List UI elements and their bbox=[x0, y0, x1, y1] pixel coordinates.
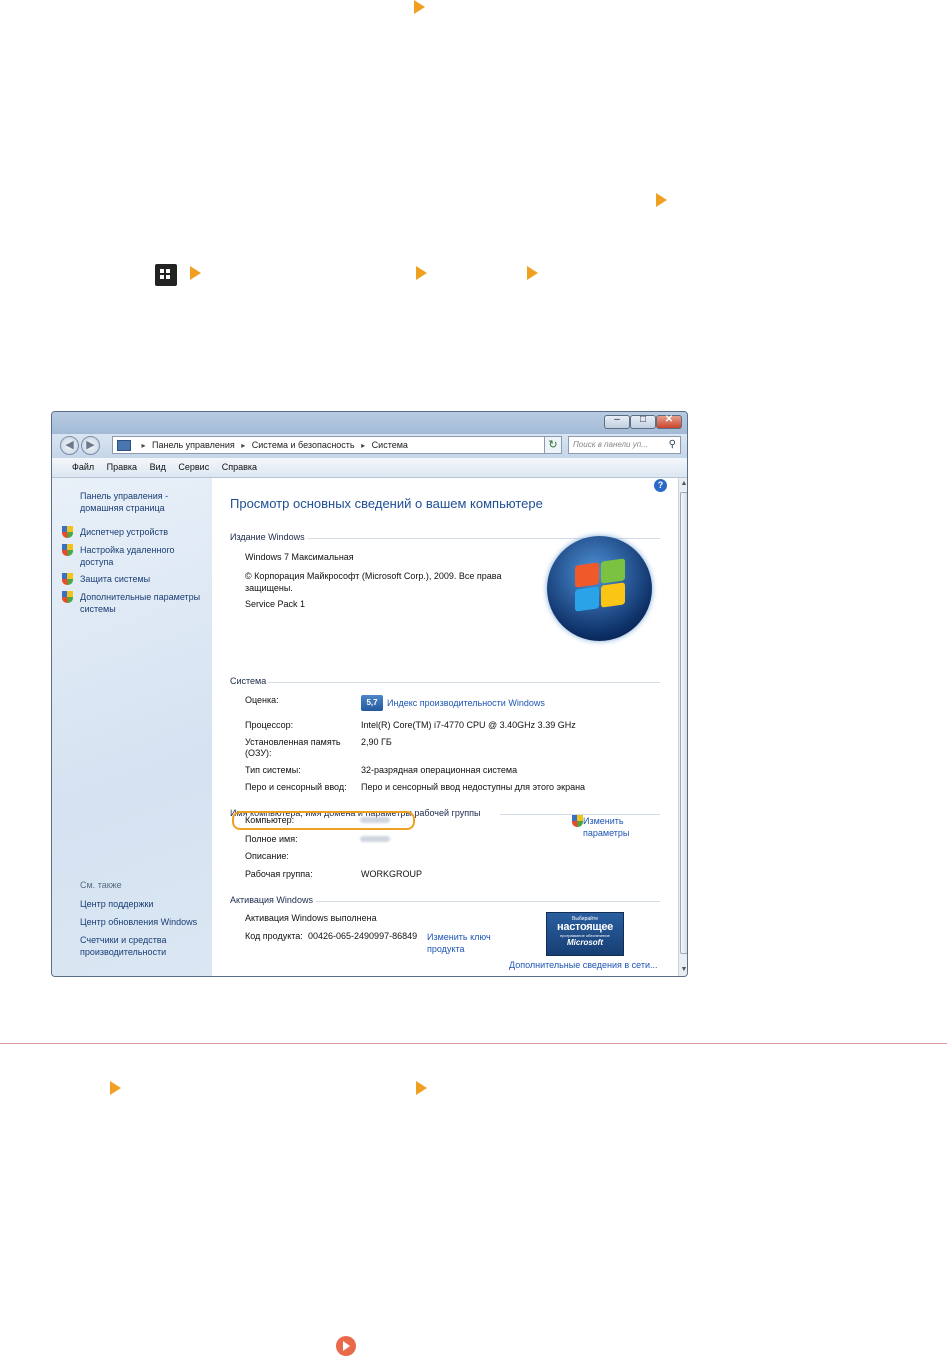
edition-copyright: © Корпорация Майкрософт (Microsoft Corp.… bbox=[245, 571, 502, 593]
system-type-label: Тип системы: bbox=[245, 765, 301, 775]
edition-header: Издание Windows bbox=[230, 532, 305, 542]
search-icon[interactable]: ⚲ bbox=[669, 437, 676, 453]
shield-icon bbox=[62, 591, 73, 603]
performance-index-link[interactable]: Индекс производительности Windows bbox=[387, 698, 545, 708]
vertical-scrollbar[interactable]: ▲ ▼ bbox=[678, 478, 687, 976]
shield-icon bbox=[572, 815, 583, 827]
breadcrumb-system[interactable]: Система bbox=[372, 440, 408, 450]
divider bbox=[316, 901, 660, 902]
step-arrow-icon bbox=[414, 0, 425, 14]
step-arrow-icon bbox=[527, 266, 538, 280]
sidebar: Панель управления - домашняя страница Ди… bbox=[52, 478, 212, 976]
description-label: Описание: bbox=[245, 851, 289, 861]
system-type-value: 32-разрядная операционная система bbox=[361, 765, 518, 775]
title-bar: – □ ✕ bbox=[52, 412, 687, 434]
menu-bar: Файл Правка Вид Сервис Справка bbox=[52, 458, 687, 478]
scrollbar-thumb[interactable] bbox=[680, 492, 687, 954]
step-arrow-icon bbox=[656, 193, 667, 207]
processor-value: Intel(R) Core(TM) i7-4770 CPU @ 3.40GHz … bbox=[361, 720, 576, 730]
computer-name-label: Компьютер: bbox=[245, 815, 295, 825]
change-settings-link[interactable]: Изменить параметры bbox=[583, 815, 643, 839]
section-divider bbox=[0, 1043, 947, 1044]
minimize-button[interactable]: – bbox=[604, 414, 630, 429]
processor-label: Процессор: bbox=[245, 720, 294, 730]
main-content: Просмотр основных сведений о вашем компь… bbox=[212, 478, 678, 976]
shield-icon bbox=[62, 544, 73, 556]
workgroup-value: WORKGROUP bbox=[361, 869, 423, 879]
control-panel-icon bbox=[117, 440, 131, 452]
rating-label: Оценка: bbox=[245, 695, 279, 705]
more-info-link[interactable]: Дополнительные сведения в сети... bbox=[509, 960, 658, 970]
sidebar-item-remote[interactable]: Настройка удаленного доступа bbox=[80, 544, 185, 568]
full-name-value bbox=[360, 836, 390, 842]
scroll-up-icon[interactable]: ▲ bbox=[679, 480, 687, 487]
ram-value: 2,90 ГБ bbox=[361, 737, 392, 747]
windows-logo-icon bbox=[547, 536, 652, 641]
refresh-icon[interactable]: ↻ bbox=[544, 436, 562, 454]
sidebar-item-home[interactable]: Панель управления - домашняя страница bbox=[80, 490, 180, 514]
menu-edit[interactable]: Правка bbox=[107, 458, 137, 477]
scroll-down-icon[interactable]: ▼ bbox=[679, 966, 687, 973]
pen-value: Перо и сенсорный ввод недоступны для это… bbox=[361, 782, 586, 792]
breadcrumb-control-panel[interactable]: Панель управления bbox=[152, 440, 235, 450]
shield-icon bbox=[62, 526, 73, 538]
ram-label: Установленная память (ОЗУ): bbox=[245, 737, 341, 758]
windows-key-icon bbox=[155, 264, 177, 286]
sidebar-item-advanced[interactable]: Дополнительные параметры системы bbox=[80, 591, 210, 615]
computer-name-value bbox=[360, 817, 390, 823]
divider bbox=[268, 682, 660, 683]
breadcrumb-system-security[interactable]: Система и безопасность bbox=[252, 440, 355, 450]
step-arrow-icon bbox=[416, 266, 427, 280]
help-icon[interactable]: ? bbox=[654, 479, 667, 492]
product-key-value: 00426-065-2490997-86849 bbox=[308, 931, 418, 941]
change-key-link[interactable]: Изменить ключ продукта bbox=[427, 931, 502, 955]
see-also-windows-update[interactable]: Центр обновления Windows bbox=[80, 916, 210, 928]
activation-header: Активация Windows bbox=[230, 895, 313, 905]
pen-label: Перо и сенсорный ввод: bbox=[245, 782, 347, 792]
shield-icon bbox=[62, 573, 73, 585]
edition-name: Windows 7 Максимальная bbox=[245, 552, 354, 562]
full-name-label: Полное имя: bbox=[245, 834, 298, 844]
menu-view[interactable]: Вид bbox=[150, 458, 166, 477]
genuine-microsoft-badge[interactable]: Выбирайте настоящее программное обеспече… bbox=[546, 912, 624, 956]
sidebar-item-device-manager[interactable]: Диспетчер устройств bbox=[80, 526, 210, 538]
address-bar[interactable]: ▸ Панель управления ▸ Система и безопасн… bbox=[112, 436, 562, 454]
sidebar-item-protection[interactable]: Защита системы bbox=[80, 573, 210, 585]
back-button[interactable]: ◀ bbox=[60, 436, 79, 455]
menu-help[interactable]: Справка bbox=[222, 458, 257, 477]
see-also-performance[interactable]: Счетчики и средства производительности bbox=[80, 934, 180, 958]
activation-status: Активация Windows выполнена bbox=[245, 913, 377, 923]
system-header: Система bbox=[230, 676, 267, 686]
step-arrow-icon bbox=[110, 1081, 121, 1095]
workgroup-label: Рабочая группа: bbox=[245, 869, 313, 879]
see-also-label: См. также bbox=[80, 880, 122, 890]
menu-tools[interactable]: Сервис bbox=[178, 458, 209, 477]
product-key-label: Код продукта: bbox=[245, 931, 303, 941]
menu-file[interactable]: Файл bbox=[72, 458, 94, 477]
forward-button[interactable]: ▶ bbox=[81, 436, 100, 455]
close-button[interactable]: ✕ bbox=[656, 414, 682, 429]
performance-score-badge: 5,7 bbox=[361, 695, 383, 711]
next-page-icon[interactable] bbox=[336, 1336, 356, 1356]
search-input[interactable]: Поиск в панели уп... ⚲ bbox=[568, 436, 681, 454]
maximize-button[interactable]: □ bbox=[630, 414, 656, 429]
page-title: Просмотр основных сведений о вашем компь… bbox=[230, 496, 543, 511]
system-window: – □ ✕ ◀ ▶ ▸ Панель управления ▸ Система … bbox=[51, 411, 688, 977]
navigation-bar: ◀ ▶ ▸ Панель управления ▸ Система и безо… bbox=[52, 434, 687, 458]
see-also-action-center[interactable]: Центр поддержки bbox=[80, 898, 210, 910]
step-arrow-icon bbox=[416, 1081, 427, 1095]
step-arrow-icon bbox=[190, 266, 201, 280]
service-pack: Service Pack 1 bbox=[245, 599, 306, 609]
